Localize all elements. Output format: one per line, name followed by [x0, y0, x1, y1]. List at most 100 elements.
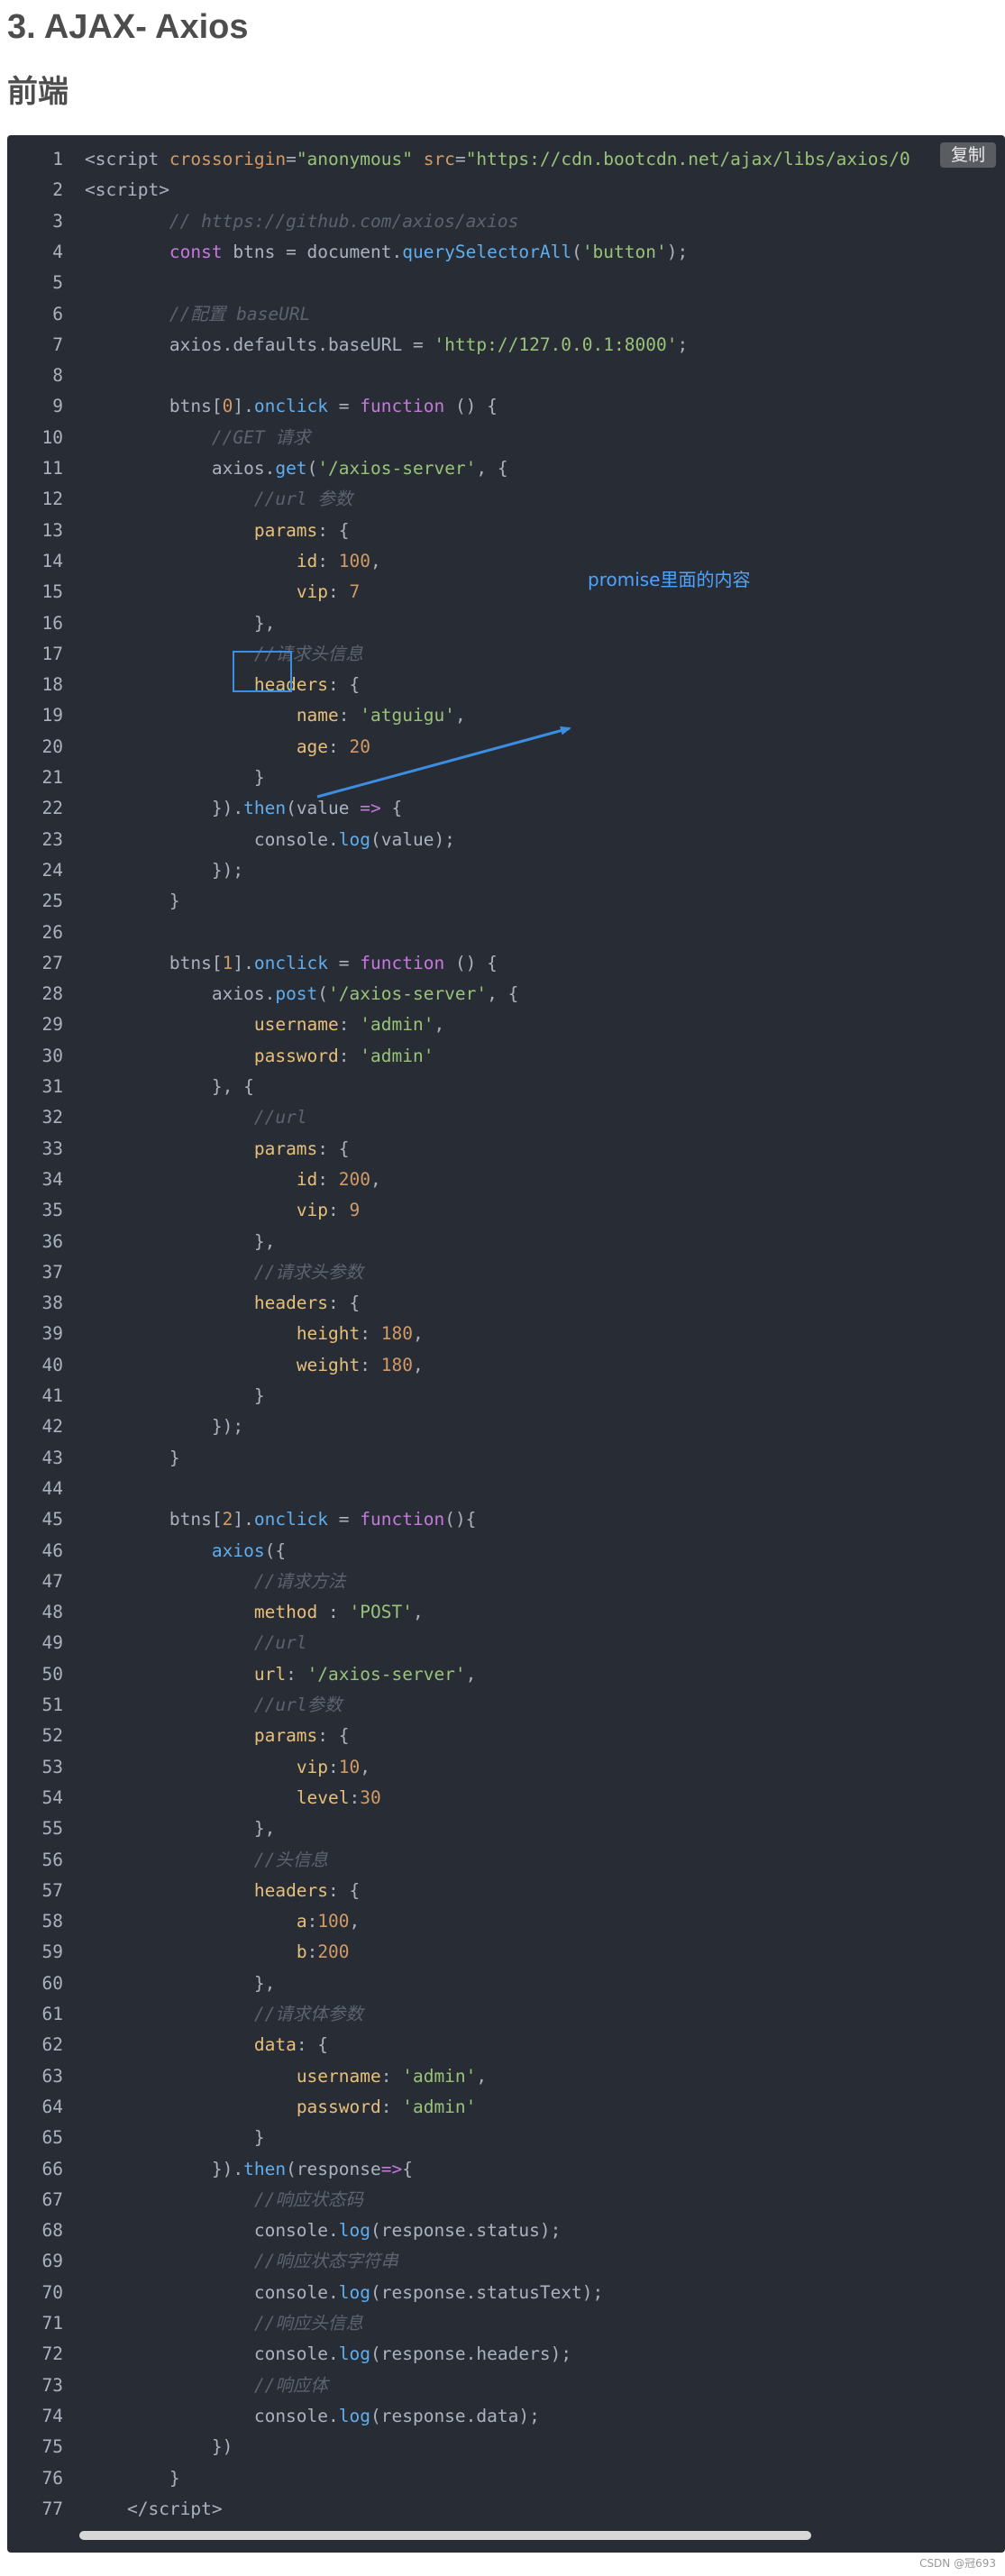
- code-token: function: [360, 396, 445, 417]
- code-line: 33 params: {: [7, 1134, 1005, 1165]
- line-number: 54: [41, 1786, 63, 1808]
- code-line: 18 headers: {: [7, 670, 1005, 700]
- code-token: >: [211, 2498, 223, 2519]
- code-token: =: [328, 952, 361, 973]
- copy-button[interactable]: 复制: [939, 142, 996, 168]
- line-number: 51: [41, 1694, 63, 1715]
- code-text: </script>: [85, 2494, 223, 2525]
- code-token: }: [85, 2467, 180, 2489]
- code-token: method: [253, 1602, 318, 1623]
- code-text: axios({: [85, 1536, 286, 1567]
- line-number: 68: [41, 2220, 63, 2242]
- code-token: 2: [222, 1509, 233, 1530]
- code-token: :: [328, 735, 350, 757]
- code-text: btns[0].onclick = function () {: [85, 391, 498, 422]
- code-token: //响应头信息: [253, 2313, 363, 2334]
- code-text: url: '/axios-server',: [85, 1659, 477, 1690]
- code-token: log: [338, 2405, 370, 2426]
- code-token: //响应体: [253, 2374, 328, 2396]
- line-number: 20: [41, 735, 63, 757]
- code-text: headers: {: [85, 1288, 360, 1319]
- code-token: ,: [370, 1168, 381, 1190]
- code-line: 66 }).then(response=>{: [7, 2154, 1005, 2185]
- code-line: 17 //请求头信息: [7, 639, 1005, 670]
- code-token: '/axios-server': [306, 1663, 466, 1685]
- code-token: vip: [296, 581, 329, 603]
- code-token: vip: [296, 1200, 329, 1221]
- code-token: onclick: [253, 952, 329, 973]
- code-token: onclick: [253, 1509, 329, 1530]
- code-token: "https://cdn.bootcdn.net/ajax/libs/axios…: [465, 149, 910, 169]
- horizontal-scrollbar[interactable]: [79, 2531, 811, 2540]
- line-number: 6: [52, 303, 63, 324]
- code-token: :: [349, 1786, 361, 1808]
- code-token: headers: [253, 1293, 329, 1314]
- code-token: :: [338, 1045, 361, 1066]
- code-token: (response.statusText);: [370, 2281, 604, 2303]
- code-text: method : 'POST',: [85, 1597, 424, 1628]
- code-text: password: 'admin': [85, 1041, 434, 1072]
- line-number: 39: [41, 1323, 63, 1345]
- code-text: //url 参数: [85, 484, 352, 515]
- code-line: 9 btns[0].onclick = function () {: [7, 391, 1005, 422]
- code-text: const btns = document.querySelectorAll('…: [85, 237, 688, 268]
- code-token: log: [338, 2343, 370, 2365]
- line-number: 11: [41, 458, 63, 479]
- code-token: axios.: [85, 983, 276, 1005]
- code-token: id: [296, 550, 318, 571]
- code-line: 42 });: [7, 1411, 1005, 1442]
- code-line: 40 weight: 180,: [7, 1350, 1005, 1381]
- line-number: 25: [41, 891, 63, 912]
- code-token: {: [380, 798, 403, 819]
- code-text: b:200: [85, 1937, 350, 1968]
- code-token: }: [85, 2127, 265, 2149]
- code-text: headers: {: [85, 1876, 360, 1906]
- code-line: 19 name: 'atguigu',: [7, 700, 1005, 731]
- line-number: 72: [41, 2343, 63, 2365]
- code-text: }).then(response=>{: [85, 2154, 413, 2185]
- watermark: CSDN @冠693: [919, 2557, 996, 2570]
- code-text: });: [85, 1411, 243, 1442]
- code-token: //url参数: [253, 1694, 343, 1715]
- code-token: });: [85, 1416, 244, 1438]
- code-line: 2 <script>: [7, 175, 1005, 206]
- code-token: {: [402, 2158, 413, 2179]
- code-token: params: [253, 1725, 318, 1747]
- code-token: axios: [211, 1539, 265, 1561]
- code-text: //响应头信息: [85, 2308, 363, 2339]
- line-number: 45: [41, 1509, 63, 1530]
- code-line: 58 a:100,: [7, 1906, 1005, 1937]
- line-number: 38: [41, 1293, 63, 1314]
- code-line: 32 //url: [7, 1102, 1005, 1133]
- line-number: 19: [41, 705, 63, 726]
- code-text: vip: 7: [85, 577, 360, 607]
- code-line: 77 </script>: [7, 2494, 1005, 2525]
- line-number: 42: [41, 1416, 63, 1438]
- code-line: 75 }): [7, 2432, 1005, 2462]
- line-number: 26: [41, 921, 63, 943]
- code-token: 1: [222, 952, 233, 973]
- code-line: 43 }: [7, 1443, 1005, 1474]
- code-line: 67 //响应状态码: [7, 2185, 1005, 2215]
- code-token: (response: [286, 2158, 381, 2179]
- code-text: //响应状态字符串: [85, 2246, 398, 2277]
- code-token: console.: [85, 2220, 339, 2242]
- code-token: 10: [338, 1756, 361, 1777]
- code-token: function: [360, 1509, 445, 1530]
- code-text: height: 180,: [85, 1319, 424, 1349]
- code-token: id: [296, 1168, 318, 1190]
- code-text: params: {: [85, 516, 350, 546]
- code-token: :: [328, 581, 350, 603]
- code-token: ,: [465, 1663, 477, 1685]
- code-line: 60 },: [7, 1969, 1005, 1999]
- code-line: 69 //响应状态字符串: [7, 2246, 1005, 2277]
- code-token: 100: [317, 1911, 350, 1932]
